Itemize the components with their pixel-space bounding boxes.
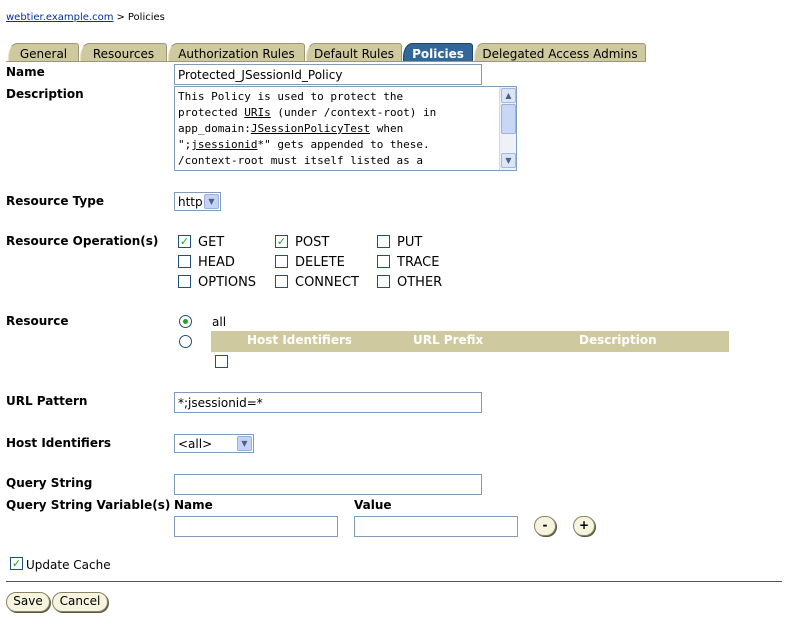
tab-general[interactable]: General [8,43,79,62]
description-scrollbar[interactable]: ▲ ▼ [499,87,516,170]
checkbox-options-label: OPTIONS [198,275,257,290]
checkbox-put-label: PUT [397,235,423,250]
query-string-label: Query String [6,476,93,490]
chevron-down-icon: ▼ [204,194,219,209]
scroll-up-icon[interactable]: ▲ [501,88,516,103]
tab-policies[interactable]: Policies [403,43,473,62]
radio-resource-specific[interactable] [179,335,192,348]
query-name-header: Name [174,498,213,512]
description-label: Description [6,87,84,101]
checkbox-get-label: GET [198,235,225,250]
query-value-header: Value [354,498,392,512]
checkbox-delete-label: DELETE [295,255,345,270]
remove-query-var-button[interactable]: - [534,516,556,536]
checkbox-delete[interactable] [275,255,288,268]
col-host-identifiers: Host Identifiers [247,333,353,347]
radio-resource-all-label: all [212,315,227,329]
checkbox-connect[interactable] [275,275,288,288]
name-label: Name [6,65,45,79]
breadcrumb-current: Policies [127,12,165,23]
checkbox-options[interactable] [178,275,191,288]
breadcrumb-separator: > [116,12,125,23]
query-string-input[interactable] [174,474,482,495]
resource-type-select[interactable]: http ▼ [174,192,221,211]
col-url-prefix: URL Prefix [413,333,484,347]
breadcrumb: webtier.example.com > Policies [6,12,165,23]
url-pattern-input[interactable] [174,392,482,413]
resource-operations-label: Resource Operation(s) [6,234,159,248]
description-line: /context-root must itself listed as a [178,154,424,167]
chevron-down-icon: ▼ [237,436,252,451]
tab-resources[interactable]: Resources [80,43,167,62]
col-description: Description [579,333,657,347]
breadcrumb-root-link[interactable]: webtier.example.com [6,12,113,23]
resource-row-checkbox[interactable] [215,355,228,368]
description-textarea[interactable]: This Policy is used to protect the protec… [174,86,517,171]
checkbox-other-label: OTHER [397,275,443,290]
checkbox-other[interactable] [377,275,390,288]
scroll-down-icon[interactable]: ▼ [501,153,516,168]
checkbox-put[interactable] [377,235,390,248]
description-text: This Policy is used to protect the protec… [178,89,498,169]
name-input[interactable] [174,64,482,85]
checkbox-connect-label: CONNECT [295,275,359,290]
cancel-button[interactable]: Cancel [52,592,108,612]
checkbox-trace[interactable] [377,255,390,268]
save-button[interactable]: Save [6,592,50,612]
description-line: protected URIs (under /context-root) in [178,106,437,119]
query-var-name-input[interactable] [174,516,338,537]
checkbox-post-label: POST [295,235,330,250]
footer-divider [6,581,782,582]
scroll-thumb[interactable] [501,104,516,134]
tab-delegated-access-admins[interactable]: Delegated Access Admins [474,43,646,62]
resource-type-label: Resource Type [6,194,104,208]
query-vars-label: Query String Variable(s) [6,498,171,512]
host-identifiers-select[interactable]: <all> ▼ [174,434,254,453]
checkbox-trace-label: TRACE [397,255,440,270]
checkbox-head-label: HEAD [198,255,235,270]
description-line: app_domain:JSessionPolicyTest when [178,122,404,135]
checkbox-get[interactable]: ✓ [178,235,191,248]
radio-resource-all[interactable] [179,315,192,328]
checkbox-head[interactable] [178,255,191,268]
resource-type-value: http [178,195,203,209]
checkbox-post[interactable]: ✓ [275,235,288,248]
description-line: This Policy is used to protect the [178,90,404,103]
update-cache-label: Update Cache [26,558,111,572]
tab-divider [6,61,646,62]
url-pattern-label: URL Pattern [6,394,88,408]
update-cache-checkbox[interactable]: ✓ [10,557,23,570]
resource-table-header: Host Identifiers URL Prefix Description [211,331,729,352]
tab-authorization-rules[interactable]: Authorization Rules [168,43,305,62]
description-line: ";jsessionid*" gets appended to these. [178,138,430,151]
query-var-value-input[interactable] [354,516,518,537]
host-identifiers-value: <all> [178,437,213,451]
add-query-var-button[interactable]: + [573,516,595,536]
host-identifiers-label: Host Identifiers [6,436,112,450]
tab-default-rules[interactable]: Default Rules [306,43,402,62]
tab-bar: General Resources Authorization Rules De… [6,43,788,62]
resource-label: Resource [6,314,69,328]
